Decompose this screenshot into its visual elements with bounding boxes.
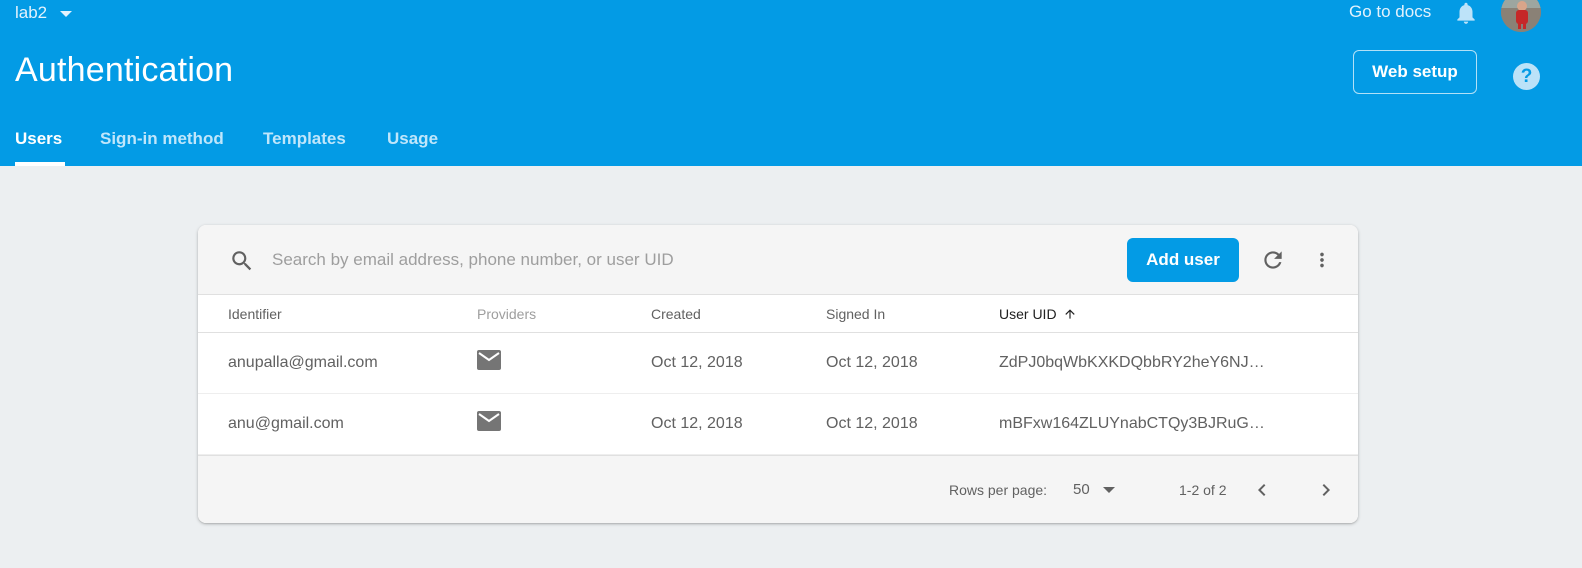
- app-header: lab2 Go to docs Authentication Web setup…: [0, 0, 1582, 166]
- refresh-icon[interactable]: [1260, 247, 1286, 273]
- project-selector[interactable]: lab2: [15, 2, 73, 24]
- column-header-signed-in[interactable]: Signed In: [826, 295, 885, 333]
- column-header-user-uid[interactable]: User UID: [999, 295, 1077, 333]
- arrow-up-icon: [1064, 309, 1075, 319]
- chevron-down-icon: [1103, 487, 1115, 493]
- rows-per-page-label: Rows per page:: [949, 482, 1048, 498]
- column-header-created[interactable]: Created: [651, 295, 701, 333]
- chevron-right-icon[interactable]: [1314, 478, 1338, 502]
- bell-icon[interactable]: [1453, 0, 1479, 26]
- add-user-button[interactable]: Add user: [1127, 238, 1239, 282]
- column-header-identifier[interactable]: Identifier: [228, 295, 282, 333]
- rows-per-page-value: 50: [1073, 481, 1090, 498]
- tab-label: Sign-in method: [100, 129, 224, 148]
- more-vert-icon[interactable]: [1311, 247, 1333, 273]
- rows-per-page-select[interactable]: 50: [1066, 478, 1120, 502]
- cell-created: Oct 12, 2018: [651, 415, 743, 432]
- table-pagination: Rows per page: 50 1-2 of 2: [198, 455, 1358, 523]
- tab-label: Users: [15, 129, 63, 148]
- tab-label: Usage: [387, 129, 439, 148]
- users-toolbar: Add user: [198, 225, 1358, 295]
- tab-sign-in-method[interactable]: Sign-in method: [100, 118, 225, 166]
- chevron-down-icon: [60, 10, 73, 17]
- web-setup-button[interactable]: Web setup: [1353, 50, 1477, 94]
- table-row[interactable]: anupalla@gmail.com Oct 12, 2018 Oct 12, …: [198, 333, 1358, 394]
- project-name: lab2: [15, 3, 48, 22]
- table-header-row: Identifier Providers Created Signed In U…: [198, 295, 1358, 333]
- table-row[interactable]: anu@gmail.com Oct 12, 2018 Oct 12, 2018 …: [198, 394, 1358, 455]
- go-to-docs-link[interactable]: Go to docs: [1349, 2, 1431, 22]
- tab-users[interactable]: Users: [15, 118, 65, 166]
- cell-identifier: anu@gmail.com: [228, 415, 344, 432]
- email-icon: [477, 350, 501, 370]
- cell-signed-in: Oct 12, 2018: [826, 354, 918, 371]
- tab-templates[interactable]: Templates: [263, 118, 349, 166]
- users-card: Add user Identifier Providers Created Si…: [198, 225, 1358, 523]
- avatar-image: [1501, 0, 1541, 32]
- cell-signed-in: Oct 12, 2018: [826, 415, 918, 432]
- cell-identifier: anupalla@gmail.com: [228, 354, 378, 371]
- email-icon: [477, 411, 501, 431]
- cell-user-uid: mBFxw164ZLUYnabCTQy3BJRuG…: [999, 415, 1265, 432]
- page-range: 1-2 of 2: [1179, 482, 1227, 498]
- tab-label: Templates: [263, 129, 346, 148]
- search-icon: [232, 251, 252, 271]
- cell-created: Oct 12, 2018: [651, 354, 743, 371]
- column-header-label: User UID: [999, 306, 1057, 322]
- tab-usage[interactable]: Usage: [387, 118, 439, 166]
- column-header-providers: Providers: [477, 306, 537, 322]
- chevron-left-icon[interactable]: [1250, 478, 1274, 502]
- cell-user-uid: ZdPJ0bqWbKXKDQbbRY2heY6NJ…: [999, 354, 1265, 371]
- avatar[interactable]: [1501, 0, 1541, 32]
- help-icon[interactable]: ?: [1513, 63, 1540, 90]
- search-input[interactable]: [272, 245, 872, 275]
- page-title: Authentication: [15, 51, 234, 89]
